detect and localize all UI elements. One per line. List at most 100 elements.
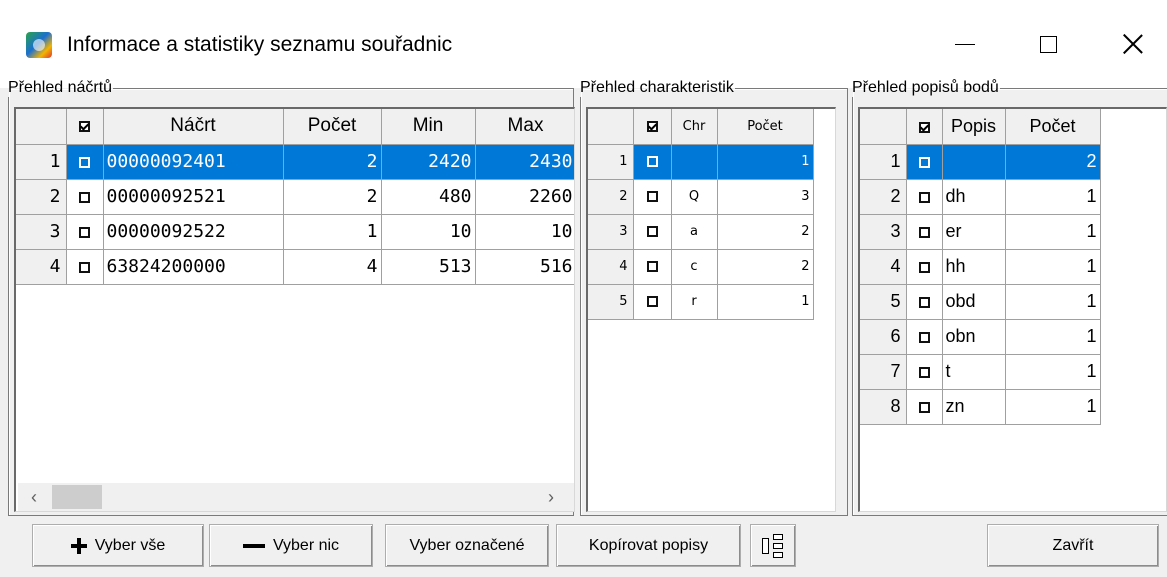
check-all-column-header[interactable] (906, 109, 943, 145)
description-cell[interactable]: er (942, 214, 1006, 250)
description-cell[interactable]: hh (942, 249, 1006, 285)
table-row[interactable]: 1 1 (588, 144, 814, 180)
count-cell[interactable]: 2 (283, 179, 382, 215)
scroll-left-arrow-icon[interactable]: ‹ (24, 487, 44, 507)
table-row[interactable]: 6 obn 1 (860, 319, 1101, 355)
sketch-cell[interactable]: 00000092522 (103, 214, 284, 250)
scrollbar-thumb[interactable] (52, 485, 102, 509)
count-cell[interactable]: 2 (283, 144, 382, 180)
column-header-sketch[interactable]: Náčrt (103, 109, 284, 145)
table-row[interactable]: 1 2 (860, 144, 1101, 180)
select-all-button[interactable]: Vyber vše (32, 524, 204, 567)
count-cell[interactable]: 1 (717, 144, 814, 180)
select-none-button[interactable]: Vyber nic (209, 524, 373, 567)
point-descriptions-table[interactable]: Popis Počet 1 2 2 dh 1 3 er 1 4 hh 1 5 o… (858, 107, 1167, 512)
count-cell[interactable]: 1 (1005, 319, 1101, 355)
description-cell[interactable]: dh (942, 179, 1006, 215)
sketch-table[interactable]: Náčrt Počet Min Max 1 00000092401 2 2420… (14, 107, 575, 512)
table-row[interactable]: 4 63824200000 4 513 516 (16, 249, 574, 285)
table-row[interactable]: 2 dh 1 (860, 179, 1101, 215)
row-checkbox[interactable] (906, 144, 943, 180)
row-checkbox[interactable] (906, 214, 943, 250)
min-cell[interactable]: 480 (381, 179, 476, 215)
count-cell[interactable]: 1 (717, 284, 814, 320)
title-bar[interactable]: Informace a statistiky seznamu souřadnic (0, 0, 1167, 88)
chr-cell[interactable]: Q (671, 179, 718, 215)
column-header-min[interactable]: Min (381, 109, 476, 145)
count-cell[interactable]: 1 (1005, 249, 1101, 285)
row-checkbox[interactable] (906, 249, 943, 285)
description-cell[interactable]: obd (942, 284, 1006, 320)
column-header-max[interactable]: Max (475, 109, 574, 145)
row-checkbox[interactable] (66, 179, 104, 215)
check-all-column-header[interactable] (633, 109, 672, 145)
row-checkbox[interactable] (906, 389, 943, 425)
row-checkbox[interactable] (66, 144, 104, 180)
table-row[interactable]: 7 t 1 (860, 354, 1101, 390)
description-cell[interactable]: zn (942, 389, 1006, 425)
table-row[interactable]: 4 c 2 (588, 249, 814, 285)
chr-cell[interactable]: r (671, 284, 718, 320)
max-cell[interactable]: 516 (475, 249, 574, 285)
chr-cell[interactable]: c (671, 249, 718, 285)
sketch-cell[interactable]: 00000092401 (103, 144, 284, 180)
count-cell[interactable]: 1 (1005, 284, 1101, 320)
min-cell[interactable]: 513 (381, 249, 476, 285)
count-cell[interactable]: 1 (1005, 214, 1101, 250)
row-checkbox[interactable] (633, 284, 672, 320)
count-cell[interactable]: 4 (283, 249, 382, 285)
count-cell[interactable]: 2 (1005, 144, 1101, 180)
table-row[interactable]: 3 er 1 (860, 214, 1101, 250)
row-checkbox[interactable] (633, 179, 672, 215)
row-checkbox[interactable] (906, 319, 943, 355)
table-row[interactable]: 3 a 2 (588, 214, 814, 250)
column-header-count[interactable]: Počet (717, 109, 814, 145)
horizontal-scrollbar[interactable]: ‹ › (18, 483, 574, 511)
row-checkbox[interactable] (906, 284, 943, 320)
sketch-cell[interactable]: 00000092521 (103, 179, 284, 215)
table-row[interactable]: 2 00000092521 2 480 2260 (16, 179, 574, 215)
close-window-button[interactable] (1110, 24, 1156, 64)
count-cell[interactable]: 1 (1005, 389, 1101, 425)
table-row[interactable]: 1 00000092401 2 2420 2430 (16, 144, 574, 180)
min-cell[interactable]: 10 (381, 214, 476, 250)
count-cell[interactable]: 2 (717, 214, 814, 250)
row-checkbox[interactable] (633, 214, 672, 250)
table-row[interactable]: 5 r 1 (588, 284, 814, 320)
table-row[interactable]: 5 obd 1 (860, 284, 1101, 320)
table-row[interactable]: 8 zn 1 (860, 389, 1101, 425)
max-cell[interactable]: 2430 (475, 144, 574, 180)
column-header-description[interactable]: Popis (942, 109, 1006, 145)
count-cell[interactable]: 1 (283, 214, 382, 250)
table-row[interactable]: 4 hh 1 (860, 249, 1101, 285)
maximize-button[interactable] (1025, 24, 1071, 64)
description-cell[interactable]: t (942, 354, 1006, 390)
row-checkbox[interactable] (633, 249, 672, 285)
min-cell[interactable]: 2420 (381, 144, 476, 180)
copy-descriptions-button[interactable]: Kopírovat popisy (556, 524, 741, 567)
close-button[interactable]: Zavřít (987, 524, 1159, 567)
count-cell[interactable]: 2 (717, 249, 814, 285)
minimize-button[interactable] (942, 24, 988, 64)
count-cell[interactable]: 1 (1005, 179, 1101, 215)
max-cell[interactable]: 10 (475, 214, 574, 250)
chr-cell[interactable]: a (671, 214, 718, 250)
column-header-chr[interactable]: Chr (671, 109, 718, 145)
column-header-count[interactable]: Počet (1005, 109, 1101, 145)
count-cell[interactable]: 1 (1005, 354, 1101, 390)
row-checkbox[interactable] (906, 179, 943, 215)
sketch-cell[interactable]: 63824200000 (103, 249, 284, 285)
table-row[interactable]: 2 Q 3 (588, 179, 814, 215)
check-all-column-header[interactable] (66, 109, 104, 145)
max-cell[interactable]: 2260 (475, 179, 574, 215)
scroll-right-arrow-icon[interactable]: › (541, 487, 561, 507)
tree-view-button[interactable] (750, 524, 796, 567)
row-checkbox[interactable] (66, 249, 104, 285)
table-row[interactable]: 3 00000092522 1 10 10 (16, 214, 574, 250)
row-checkbox[interactable] (633, 144, 672, 180)
characteristics-table[interactable]: Chr Počet 1 1 2 Q 3 3 a 2 4 c 2 5 r 1 (586, 107, 836, 512)
row-checkbox[interactable] (906, 354, 943, 390)
description-cell[interactable]: obn (942, 319, 1006, 355)
description-cell[interactable] (942, 144, 1006, 180)
row-checkbox[interactable] (66, 214, 104, 250)
